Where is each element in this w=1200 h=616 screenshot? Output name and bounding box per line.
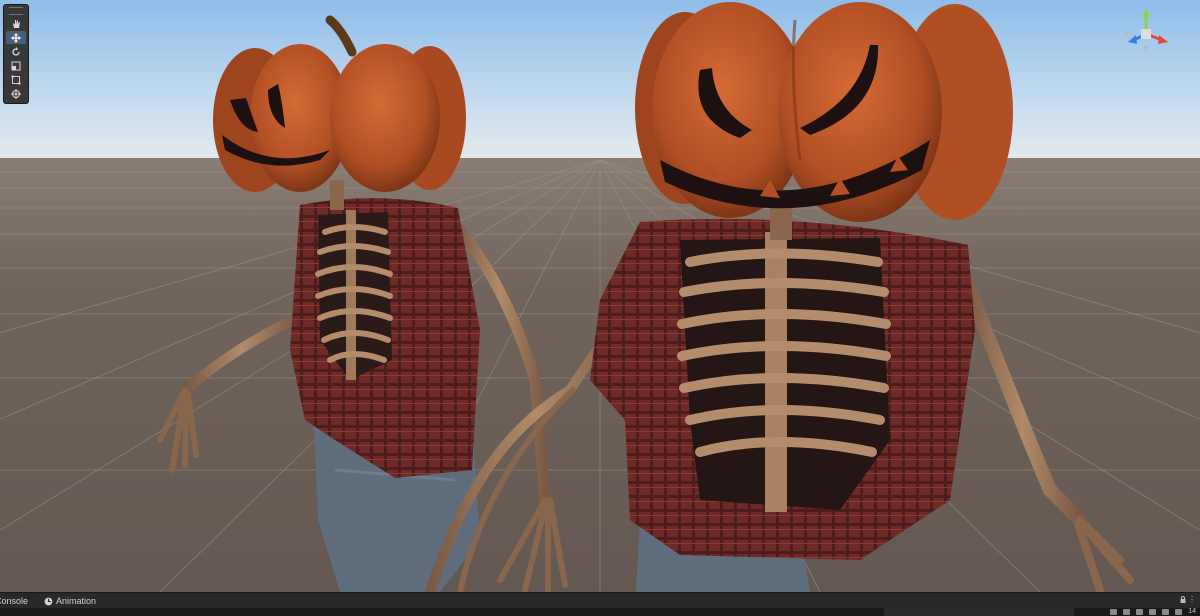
- rect-transform-icon: [11, 75, 21, 84]
- visibility-icon[interactable]: [1149, 609, 1157, 615]
- tool-palette: [3, 4, 29, 104]
- scene-viewport[interactable]: [0, 0, 1200, 592]
- rotate-icon: [12, 46, 20, 56]
- tab-animation[interactable]: Animation: [44, 593, 96, 609]
- clock-icon: [44, 597, 53, 605]
- scale-icon: [11, 61, 21, 70]
- transform-tool-button[interactable]: [6, 87, 26, 100]
- lock-icon[interactable]: [1180, 596, 1186, 603]
- layer-count: 14: [1188, 608, 1196, 615]
- right-ribcage: [677, 232, 891, 512]
- panel-menu-icon[interactable]: ⋮: [1188, 596, 1196, 604]
- filter-icon[interactable]: [1123, 609, 1131, 615]
- console-search-field[interactable]: [884, 608, 1074, 616]
- rect-tool-button[interactable]: [6, 73, 26, 86]
- info-icon[interactable]: [1136, 609, 1144, 615]
- bottom-dock-tabs: Console Animation: [0, 592, 1200, 609]
- palette-grip[interactable]: [9, 7, 23, 15]
- tab-console-label: Console: [0, 596, 29, 606]
- star-icon[interactable]: [1162, 609, 1170, 615]
- transform-icon: [11, 88, 21, 99]
- layers-icon[interactable]: [1175, 609, 1183, 615]
- tab-animation-label: Animation: [56, 596, 97, 606]
- status-icons: 14: [1110, 608, 1196, 616]
- tab-console[interactable]: Console: [0, 593, 28, 609]
- hand-icon: [13, 19, 20, 28]
- rotate-tool-button[interactable]: [6, 45, 26, 58]
- axis-gizmo-icon: [1122, 8, 1168, 52]
- sky: [0, 0, 1200, 160]
- move-tool-button[interactable]: [6, 31, 26, 44]
- collapse-icon[interactable]: [1110, 609, 1118, 615]
- hand-tool-button[interactable]: [6, 17, 26, 30]
- status-bar: 14: [0, 608, 1200, 616]
- right-pumpkin-head: [635, 2, 1013, 222]
- scale-tool-button[interactable]: [6, 59, 26, 72]
- orientation-gizmo[interactable]: [1114, 4, 1178, 76]
- move-icon: [11, 32, 21, 43]
